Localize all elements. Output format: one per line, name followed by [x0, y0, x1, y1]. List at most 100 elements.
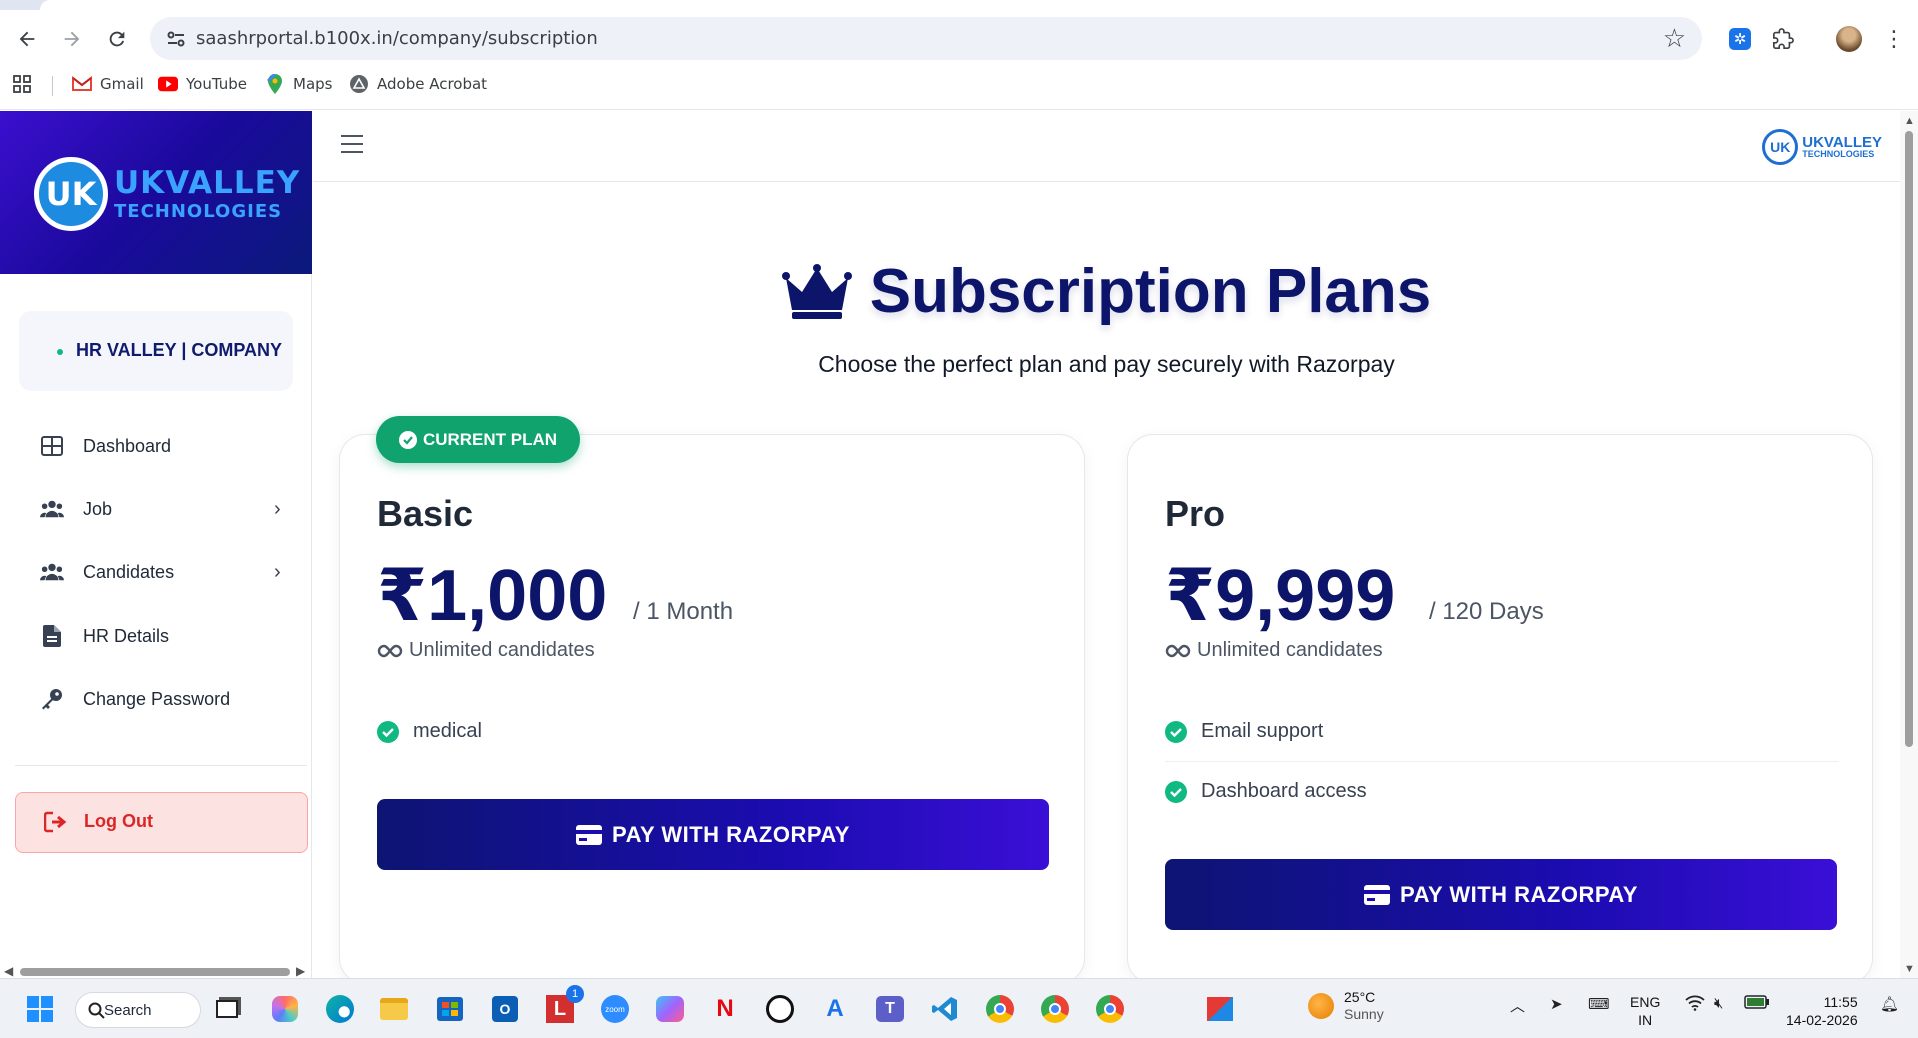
extensions-puzzle-icon[interactable] [1768, 24, 1798, 54]
wifi-icon[interactable] [1685, 995, 1705, 1015]
crown-icon [781, 263, 852, 319]
chrome-profile-2-icon[interactable] [1037, 991, 1073, 1027]
users-icon [40, 560, 64, 584]
notification-badge: 1 [566, 985, 584, 1003]
scrollbar-thumb[interactable] [20, 968, 290, 976]
language-indicator[interactable]: ENG IN [1630, 993, 1660, 1029]
microsoft-store-icon[interactable] [432, 991, 468, 1027]
app-l-icon[interactable]: L 1 [542, 985, 584, 1027]
netflix-icon[interactable]: N [707, 991, 743, 1027]
task-view-icon[interactable] [209, 991, 245, 1027]
url-text[interactable]: saashrportal.b100x.in/company/subscripti… [196, 28, 598, 49]
bookmark-label: YouTube [186, 75, 247, 93]
check-circle-icon [377, 720, 399, 743]
bookmark-acrobat[interactable]: Adobe Acrobat [349, 74, 487, 94]
zoom-icon[interactable]: zoom [597, 991, 633, 1027]
bookmark-label: Gmail [100, 75, 144, 93]
copilot-icon[interactable] [267, 991, 303, 1027]
forward-button[interactable] [55, 22, 89, 56]
feature-divider [1165, 761, 1839, 762]
outlook-icon[interactable]: O [487, 991, 523, 1027]
page-title: Subscription Plans [313, 256, 1900, 327]
profile-avatar[interactable] [1834, 24, 1864, 54]
page-heading: Subscription Plans [869, 257, 1432, 326]
scroll-right-arrow-icon[interactable]: ▶ [296, 964, 305, 978]
speaker-muted-icon[interactable]: 🔇︎ [1714, 995, 1723, 1012]
notification-bell-icon[interactable]: 🔔︎ [1880, 995, 1899, 1013]
acrobat-icon [349, 74, 369, 94]
tab-strip [0, 0, 1918, 10]
whatsapp-icon[interactable] [762, 991, 798, 1027]
browser-chrome: saashrportal.b100x.in/company/subscripti… [0, 0, 1918, 110]
bookmark-youtube[interactable]: YouTube [158, 74, 247, 94]
file-explorer-icon[interactable] [376, 991, 412, 1027]
header-logo[interactable]: UK UKVALLEY TECHNOLOGIES [1762, 129, 1882, 165]
plan-card-pro: Pro ₹9,999 / 120 Days Unlimited candidat… [1127, 434, 1873, 984]
apps-grid-icon[interactable] [12, 74, 32, 94]
scrollbar-thumb[interactable] [1905, 131, 1913, 747]
battery-charging-icon[interactable] [1744, 995, 1770, 1013]
sidebar-item-hr-details[interactable]: HR Details [0, 610, 312, 662]
show-hidden-icons-chevron-icon[interactable]: ︿ [1510, 995, 1525, 1016]
logout-button[interactable]: Log Out [15, 792, 308, 853]
sidebar-item-candidates[interactable]: Candidates › [0, 546, 312, 598]
sunny-weather-icon [1308, 992, 1334, 1019]
keyboard-icon[interactable]: ⌨ [1588, 995, 1610, 1013]
credit-card-icon [576, 824, 603, 845]
chrome-profile-1-icon[interactable] [982, 991, 1018, 1027]
plan-feature-text: Dashboard access [1201, 780, 1367, 802]
users-icon [40, 497, 64, 521]
language-code: ENG [1630, 994, 1661, 1010]
gmail-icon [72, 74, 92, 94]
header-logo-name: UKVALLEY [1802, 134, 1882, 151]
plan-price: ₹9,999 [1165, 556, 1396, 636]
sidebar-item-change-password[interactable]: Change Password [0, 673, 312, 725]
chrome-profile-3-icon[interactable] [1092, 991, 1128, 1027]
current-plan-badge: CURRENT PLAN [376, 416, 580, 463]
sidebar-item-dashboard[interactable]: Dashboard [0, 420, 312, 472]
page-vertical-scrollbar[interactable]: ▲ ▼ [1900, 111, 1918, 978]
bookmark-label: Adobe Acrobat [377, 75, 488, 93]
check-circle-icon [398, 430, 417, 449]
sidebar-brand[interactable]: UK UKVALLEY TECHNOLOGIES [0, 111, 312, 274]
reload-button[interactable] [100, 22, 134, 56]
active-tab[interactable] [40, 0, 1918, 10]
bookmark-gmail[interactable]: Gmail [72, 74, 144, 94]
app-colorful-icon[interactable] [1202, 991, 1238, 1027]
bookmark-star-icon[interactable]: ☆ [1663, 23, 1686, 54]
plan-limit-text: Unlimited candidates [1197, 639, 1383, 661]
address-bar[interactable]: saashrportal.b100x.in/company/subscripti… [150, 17, 1702, 60]
location-arrow-icon[interactable]: ➤ [1550, 995, 1563, 1013]
search-icon [88, 1002, 105, 1019]
infinity-icon [1165, 644, 1191, 657]
back-button[interactable] [10, 22, 44, 56]
scroll-left-arrow-icon[interactable]: ◀ [4, 964, 13, 978]
browser-menu-icon[interactable]: ⋮ [1879, 24, 1909, 54]
system-clock[interactable]: 11:55 14-02-2026 [1786, 993, 1858, 1029]
teams-icon[interactable]: T [872, 991, 908, 1027]
taskbar-search[interactable]: Search [75, 992, 201, 1028]
pay-with-razorpay-button[interactable]: PAY WITH RAZORPAY [377, 799, 1049, 870]
weather-temperature: 25°C [1344, 989, 1376, 1005]
plan-feature: medical [377, 720, 482, 743]
windows-start-icon[interactable] [22, 991, 58, 1027]
vscode-icon[interactable] [927, 991, 963, 1027]
extension-icon[interactable]: ✲ [1725, 24, 1755, 54]
chevron-right-icon: › [274, 497, 281, 520]
scroll-down-arrow-icon[interactable]: ▼ [1904, 963, 1915, 975]
site-settings-icon[interactable] [164, 27, 188, 51]
bookmark-maps[interactable]: Maps [265, 74, 332, 94]
company-name: HR VALLEY | COMPANY [76, 340, 283, 360]
weather-widget[interactable]: 25°C Sunny [1308, 989, 1384, 1023]
edge-browser-icon[interactable] [322, 991, 358, 1027]
sidebar-item-job[interactable]: Job › [0, 483, 312, 535]
header-logo-mark: UK [1762, 129, 1799, 165]
plan-period: / 1 Month [633, 598, 734, 625]
microsoft-365-icon[interactable] [652, 991, 688, 1027]
pay-with-razorpay-button[interactable]: PAY WITH RAZORPAY [1165, 859, 1837, 930]
app-store-icon[interactable]: A [817, 991, 853, 1027]
sidebar-horizontal-scrollbar[interactable]: ◀ ▶ [0, 964, 312, 978]
hamburger-menu-icon[interactable] [341, 135, 363, 155]
check-circle-icon [1165, 780, 1187, 803]
scroll-up-arrow-icon[interactable]: ▲ [1904, 115, 1915, 127]
